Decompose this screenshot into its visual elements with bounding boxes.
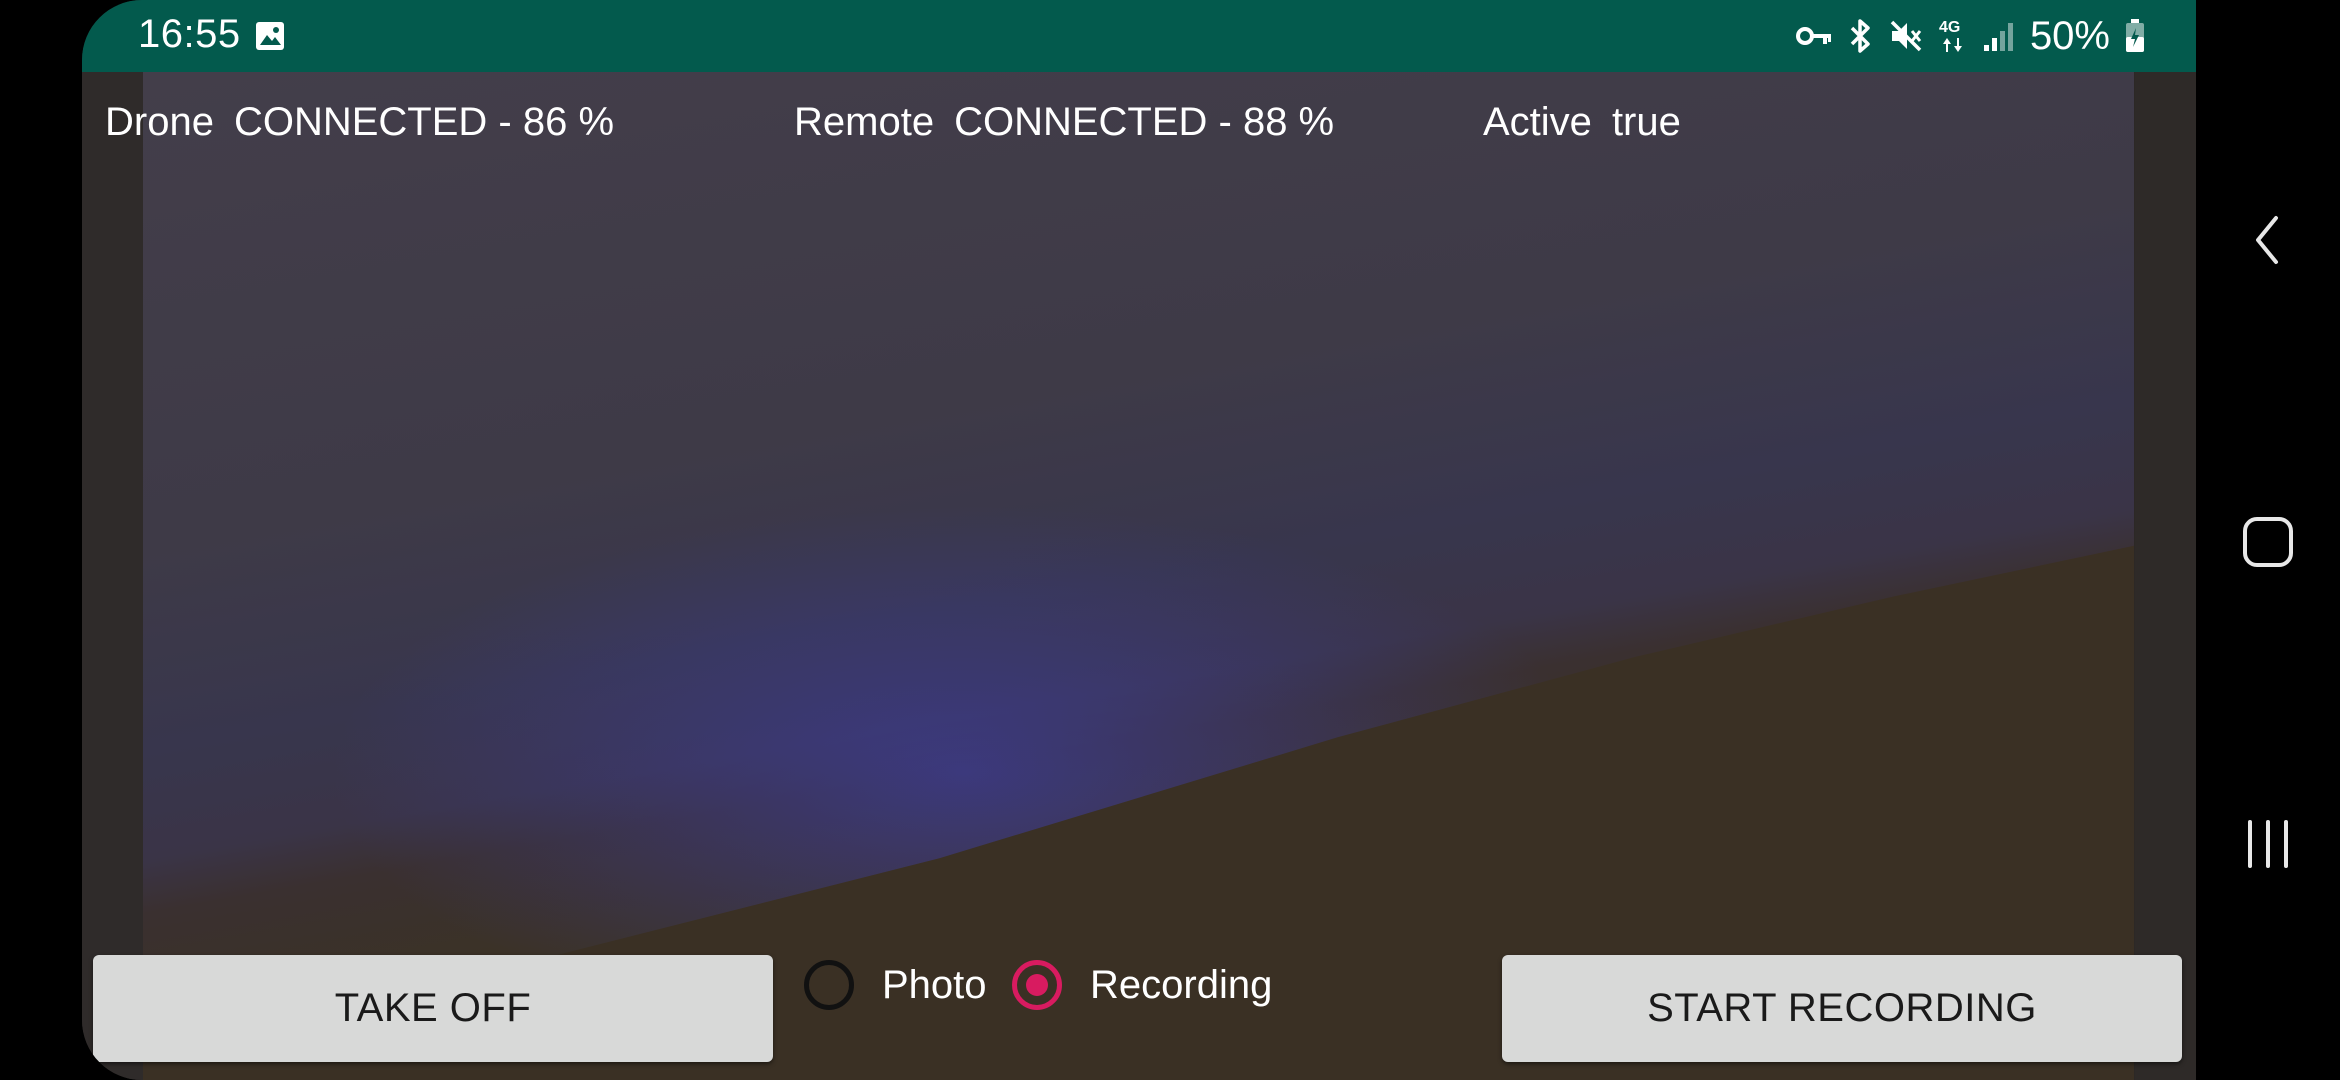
key-icon: [1795, 27, 1831, 45]
drone-label: Drone: [105, 100, 214, 144]
drone-value: CONNECTED - 86 %: [233, 100, 615, 144]
radio-recording-label: Recording: [1090, 962, 1273, 1007]
left-margin: [82, 72, 143, 1080]
active-label: Active: [1483, 100, 1592, 144]
camera-feed-shadow: [143, 545, 2134, 1080]
home-button[interactable]: [2196, 514, 2340, 570]
radio-recording-circle[interactable]: [1012, 960, 1062, 1010]
recents-button[interactable]: [2196, 816, 2340, 872]
remote-value: CONNECTED - 88 %: [954, 100, 1335, 144]
radio-photo-label: Photo: [882, 962, 987, 1007]
back-icon[interactable]: [2248, 210, 2288, 270]
active-status: Active true: [1483, 100, 1681, 145]
battery-icon: [2126, 19, 2144, 52]
status-bar: 16:55 4G 50%: [82, 0, 2196, 72]
battery-percent: 50%: [2029, 13, 2110, 58]
radio-recording[interactable]: Recording: [1012, 955, 1272, 1015]
screen: 16:55 4G 50% Drone CONNECTED - 86 % Remo…: [0, 0, 2340, 1080]
4g-icon: 4G: [1939, 19, 1962, 52]
bluetooth-icon: [1850, 19, 1870, 53]
home-icon[interactable]: [2240, 514, 2296, 570]
navigation-bar: [2196, 0, 2340, 1080]
right-margin: [2135, 72, 2196, 1080]
signal-icon: [1983, 23, 2013, 51]
radio-photo-circle[interactable]: [804, 960, 854, 1010]
status-time: 16:55: [138, 12, 241, 56]
app-window: 16:55 4G 50% Drone CONNECTED - 86 % Remo…: [82, 0, 2196, 1080]
take-off-button[interactable]: TAKE OFF: [93, 955, 773, 1062]
status-icons: 4G 50%: [1795, 10, 2146, 62]
active-value: true: [1611, 100, 1681, 144]
drone-status: Drone CONNECTED - 86 %: [105, 100, 614, 145]
svg-text:4G: 4G: [1939, 19, 1960, 36]
radio-photo[interactable]: Photo: [804, 955, 987, 1015]
recents-icon[interactable]: [2242, 816, 2294, 872]
mute-icon: [1890, 20, 1922, 52]
gallery-icon: [256, 22, 284, 50]
start-recording-button[interactable]: START RECORDING: [1502, 955, 2182, 1062]
remote-status: Remote CONNECTED - 88 %: [794, 100, 1334, 145]
back-button[interactable]: [2196, 210, 2340, 270]
camera-feed: [143, 72, 2134, 1080]
remote-label: Remote: [794, 100, 935, 144]
